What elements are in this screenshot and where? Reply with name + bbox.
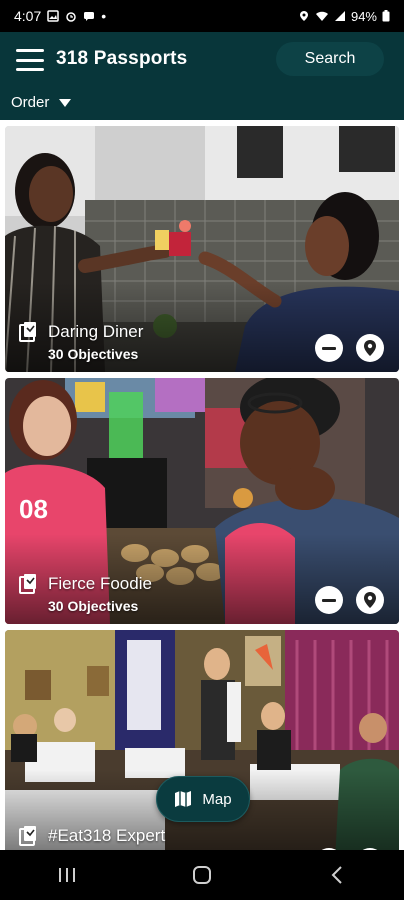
battery-percent: 94% [350,8,377,24]
location-status-icon [299,11,308,21]
status-right: 94% [298,9,390,24]
card-title: Fierce Foodie [48,574,152,593]
order-dropdown[interactable]: Order [11,94,72,111]
location-pin-icon [364,592,376,608]
remove-button[interactable] [315,586,343,614]
minus-icon [322,346,336,350]
passport-list[interactable]: Daring Diner 30 Objectives 08 Fierce Foo… [0,120,404,850]
status-left: 4:07 • [14,8,106,24]
caret-down-icon [59,98,72,107]
hamburger-icon [16,68,44,71]
wifi-icon [315,11,328,21]
home-icon [192,866,211,884]
card-objectives: 30 Objectives [48,346,139,362]
map-button-label: Map [202,790,232,808]
recent-apps-icon [59,868,76,882]
menu-button[interactable] [14,46,46,74]
home-button[interactable] [172,855,232,895]
location-button[interactable] [356,586,384,614]
battery-icon [382,10,390,22]
system-nav-bar [0,850,404,900]
back-button[interactable] [307,855,367,895]
back-icon [331,866,342,884]
image-notification-icon [47,10,59,22]
recent-apps-button[interactable] [37,855,97,895]
minus-icon [322,598,336,602]
passport-icon [19,322,36,342]
location-button[interactable] [356,334,384,362]
page-title: 318 Passports [56,48,188,69]
search-button[interactable]: Search [276,42,384,76]
passport-card-fierce-foodie[interactable]: 08 Fierce Foodie 30 Objectives [5,378,399,624]
map-icon [175,791,192,807]
chat-notification-icon [84,12,95,21]
svg-text:08: 08 [19,494,48,524]
status-time: 4:07 [14,8,42,24]
signal-icon [334,11,345,21]
card-title: #Eat318 Expert [48,826,166,845]
location-pin-icon [364,340,376,356]
status-bar: 4:07 • 94% [0,0,404,32]
remove-button[interactable] [315,334,343,362]
hamburger-icon [16,58,44,62]
card-title: Daring Diner [48,322,144,341]
passport-card-daring-diner[interactable]: Daring Diner 30 Objectives [5,126,399,372]
order-label: Order [11,94,50,111]
passport-icon [19,574,36,594]
alarm-notification-icon [66,12,76,22]
hamburger-icon [16,49,44,52]
map-button[interactable]: Map [156,776,250,822]
app-screen: 4:07 • 94% 318 Passports Search Order Da… [0,0,404,900]
status-dot: • [101,8,107,24]
card-objectives: 30 Objectives [48,598,139,614]
passport-icon [19,826,36,846]
app-header: 318 Passports Search Order [0,32,404,120]
